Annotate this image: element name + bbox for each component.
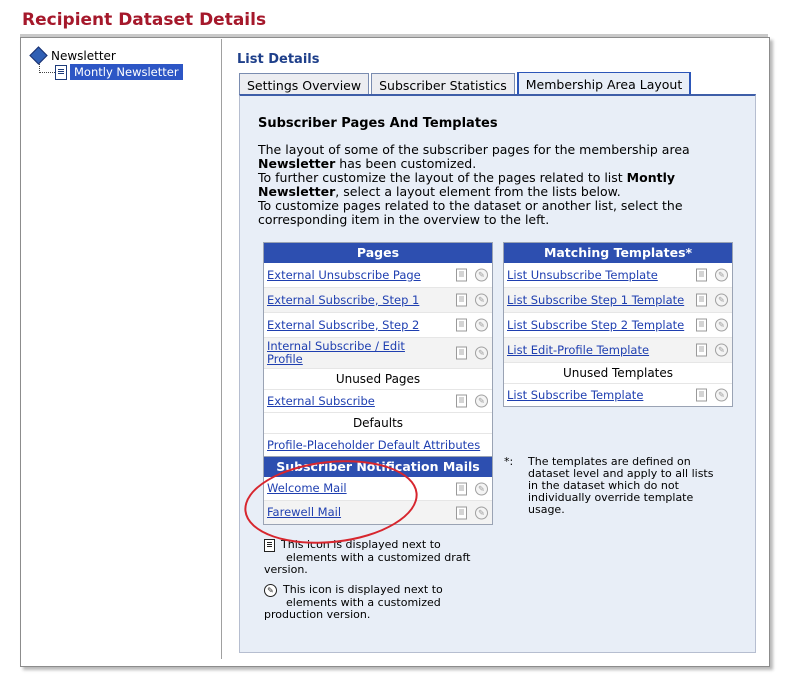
legend-text: version. [264, 563, 308, 576]
template-link-unsubscribe[interactable]: List Unsubscribe Template [504, 268, 658, 282]
footnote-marker: *: [504, 455, 514, 468]
description-text: The layout of some of the subscriber pag… [258, 142, 690, 157]
defaults-label: Defaults [264, 413, 492, 434]
template-link-subscribe-step-2[interactable]: List Subscribe Step 2 Template [504, 318, 684, 332]
unused-pages-label: Unused Pages [264, 369, 492, 390]
production-icon: ✎ [264, 584, 277, 597]
draft-icon [696, 293, 707, 307]
pages-row: Profile-Placeholder Default Attributes [264, 434, 492, 456]
legend-draft: This icon is displayed next to elements … [264, 539, 474, 576]
templates-header: Matching Templates* [504, 243, 732, 263]
legend-production: ✎ This icon is displayed next to elements… [264, 584, 474, 621]
description: The layout of some of the subscriber pag… [258, 143, 708, 227]
membership-area-name: Newsletter [258, 156, 336, 171]
production-icon: ✎ [715, 268, 728, 282]
unused-templates-label: Unused Templates [504, 363, 732, 384]
templates-row: List Subscribe Step 2 Template ✎ [504, 313, 732, 338]
production-icon: ✎ [475, 482, 488, 495]
pages-row: Internal Subscribe / Edit Profile ✎ [264, 338, 492, 369]
pages-row: External Subscribe, Step 1 ✎ [264, 288, 492, 313]
draft-icon [456, 394, 467, 408]
templates-row: List Unsubscribe Template ✎ [504, 263, 732, 288]
draft-icon [456, 482, 467, 495]
page-link-external-subscribe-2[interactable]: External Subscribe, Step 2 [264, 318, 419, 332]
template-link-subscribe-step-1[interactable]: List Subscribe Step 1 Template [504, 293, 684, 307]
page-title: Recipient Dataset Details [22, 10, 267, 30]
pages-row: External Subscribe, Step 2 ✎ [264, 313, 492, 338]
templates-table: Matching Templates* List Unsubscribe Tem… [503, 242, 733, 407]
draft-icon [696, 318, 707, 332]
page-link-external-unsubscribe[interactable]: External Unsubscribe Page [264, 268, 421, 282]
legend-text: production version. [264, 608, 371, 621]
production-icon: ✎ [475, 268, 488, 282]
pages-table: Pages External Unsubscribe Page ✎ Extern… [263, 242, 493, 457]
dataset-icon [30, 47, 47, 64]
description-text: , select a layout element from the lists… [335, 184, 621, 199]
draft-icon [456, 506, 467, 519]
draft-icon [696, 388, 707, 402]
page-link-internal-subscribe[interactable]: Internal Subscribe / Edit Profile [264, 340, 417, 366]
draft-icon [456, 318, 467, 332]
tree-item-newsletter[interactable]: Newsletter [30, 47, 116, 64]
template-link-subscribe[interactable]: List Subscribe Template [504, 388, 643, 402]
draft-icon [696, 268, 707, 282]
content-area: List Details Settings Overview Subscribe… [226, 39, 766, 659]
templates-row: List Subscribe Template ✎ [504, 384, 732, 406]
production-icon: ✎ [715, 343, 728, 357]
footnote-text: The templates are defined on dataset lev… [528, 455, 714, 516]
production-icon: ✎ [475, 346, 488, 360]
page-link-external-subscribe[interactable]: External Subscribe [264, 394, 375, 408]
draft-icon [456, 293, 467, 307]
tree-item-label: Montly Newsletter [70, 64, 183, 80]
tree-item-label: Newsletter [51, 48, 116, 63]
production-icon: ✎ [715, 388, 728, 402]
production-icon: ✎ [475, 318, 488, 332]
production-icon: ✎ [475, 293, 488, 307]
draft-icon [456, 268, 467, 282]
tree-connector [39, 72, 55, 74]
templates-row: List Edit-Profile Template ✎ [504, 338, 732, 363]
description-text: To customize pages related to the datase… [258, 198, 683, 227]
template-link-edit-profile[interactable]: List Edit-Profile Template [504, 343, 649, 357]
production-icon: ✎ [715, 293, 728, 307]
page-link-profile-placeholder[interactable]: Profile-Placeholder Default Attributes [264, 438, 480, 452]
production-icon: ✎ [475, 506, 488, 519]
templates-row: List Subscribe Step 1 Template ✎ [504, 288, 732, 313]
draft-icon [264, 539, 275, 552]
dataset-tree: Newsletter Montly Newsletter [22, 39, 222, 659]
production-icon: ✎ [475, 394, 488, 408]
production-icon: ✎ [715, 318, 728, 332]
description-text: has been customized. [335, 156, 477, 171]
page-link-external-subscribe-1[interactable]: External Subscribe, Step 1 [264, 293, 419, 307]
description-text: To further customize the layout of the p… [258, 170, 627, 185]
tab-panel: Subscriber Pages And Templates The layou… [239, 94, 756, 653]
pages-row: External Unsubscribe Page ✎ [264, 263, 492, 288]
list-icon [55, 64, 67, 80]
section-title: List Details [237, 52, 320, 67]
templates-footnote: *: The templates are defined on dataset … [504, 456, 722, 516]
draft-icon [696, 343, 707, 357]
panel-heading: Subscriber Pages And Templates [258, 116, 498, 131]
pages-row: External Subscribe ✎ [264, 390, 492, 413]
pages-header: Pages [264, 243, 492, 263]
draft-icon [456, 346, 467, 360]
tree-item-montly-newsletter[interactable]: Montly Newsletter [55, 64, 183, 80]
